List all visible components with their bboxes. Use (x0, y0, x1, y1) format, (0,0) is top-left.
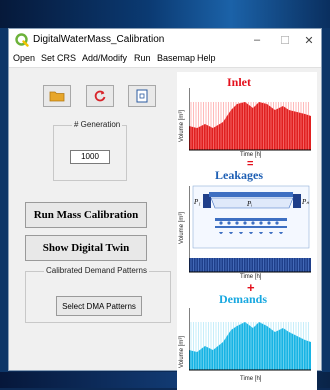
menu-basemap[interactable]: Basemap (157, 53, 195, 63)
document-button[interactable] (128, 85, 156, 107)
app-window: DigitalWaterMass_Calibration – ☐ ✕ Open … (8, 28, 322, 390)
close-button[interactable]: ✕ (297, 31, 321, 49)
generation-group: # Generation 1000 (53, 120, 127, 181)
generation-input[interactable]: 1000 (70, 150, 110, 164)
demands-xlabel: Time [h] (240, 376, 262, 382)
qgis-logo-icon (15, 33, 29, 47)
select-dma-patterns-button[interactable]: Select DMA Patterns (56, 296, 142, 316)
demand-patterns-group: Calibrated Demand Patterns Select DMA Pa… (25, 266, 171, 323)
demands-chart (189, 308, 311, 371)
run-mass-calibration-button[interactable]: Run Mass Calibration (25, 202, 147, 228)
demand-patterns-label: Calibrated Demand Patterns (44, 266, 149, 275)
menu-open[interactable]: Open (13, 53, 35, 63)
inlet-ylabel: Volume [m³] (179, 109, 185, 142)
demands-ylabel: Volume [m³] (179, 335, 185, 368)
document-icon (136, 89, 148, 103)
label-pn: Pₙ (301, 198, 309, 206)
desktop-background-left (0, 28, 8, 372)
leakages-diagram: P₁ Pᵢ Pₙ (189, 185, 311, 273)
show-digital-twin-button[interactable]: Show Digital Twin (25, 235, 147, 261)
label-pi: Pᵢ (246, 200, 252, 208)
generation-label: # Generation (72, 120, 123, 129)
label-p1: P₁ (193, 198, 201, 206)
title-bar: DigitalWaterMass_Calibration – ☐ ✕ (9, 29, 321, 51)
digital-twin-panel: Inlet Volume [m³] Time [h] = Leakages Vo… (177, 72, 317, 390)
menu-add-modify[interactable]: Add/Modify (82, 53, 127, 63)
desktop-banner-top (0, 0, 330, 28)
minimize-button[interactable]: – (245, 31, 269, 49)
menu-run[interactable]: Run (134, 53, 151, 63)
open-folder-button[interactable] (43, 85, 71, 107)
inlet-chart (189, 88, 311, 151)
demands-title: Demands (219, 292, 268, 306)
leakages-title: Leakages (215, 168, 263, 182)
window-title: DigitalWaterMass_Calibration (33, 34, 165, 45)
desktop-background-right (322, 28, 330, 372)
maximize-button[interactable]: ☐ (273, 31, 297, 49)
menu-bar: Open Set CRS Add/Modify Run Basemap Help (9, 51, 321, 68)
menu-help[interactable]: Help (197, 53, 216, 63)
leakages-ylabel: Volume [m³] (179, 211, 185, 244)
folder-icon (49, 91, 65, 102)
pump-pn (293, 194, 301, 208)
refresh-button[interactable] (86, 85, 114, 107)
menu-set-crs[interactable]: Set CRS (41, 53, 76, 63)
refresh-icon (94, 90, 106, 102)
